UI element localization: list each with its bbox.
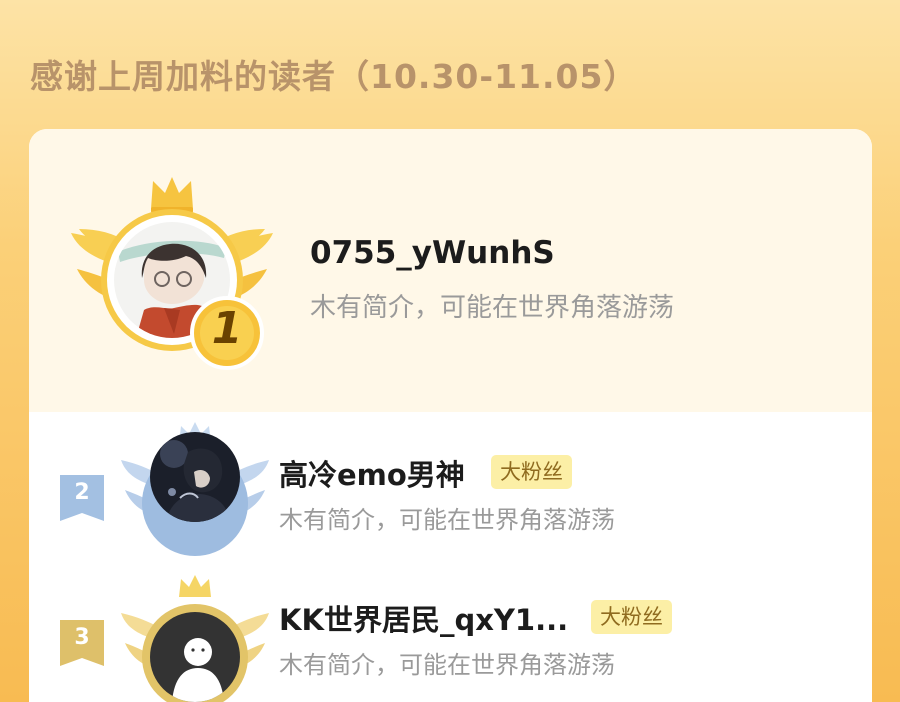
rank-number: 2 — [74, 480, 90, 505]
rank-number: 1 — [211, 303, 243, 354]
reader-row-3[interactable]: 3 KK世界居民_qxY1... 大粉丝 木有简介，可能在世界角落游荡 — [29, 557, 872, 702]
reader-avatar[interactable] — [150, 432, 240, 522]
reader-bio: 木有简介，可能在世界角落游荡 — [310, 293, 675, 323]
reader-bio: 木有简介，可能在世界角落游荡 — [279, 651, 615, 679]
fan-level-badge: 大粉丝 — [491, 455, 572, 489]
page-heading: 感谢上周加料的读者（10.30-11.05） — [30, 57, 638, 96]
reader-row-2[interactable]: 2 高冷emo男神 大粉丝 木有简介，可能在世界角落游荡 — [29, 412, 872, 557]
reader-bio: 木有简介，可能在世界角落游荡 — [279, 506, 615, 534]
rank-number: 3 — [74, 625, 90, 650]
reader-name[interactable]: KK世界居民_qxY1... — [279, 597, 568, 639]
reader-avatar[interactable] — [150, 612, 240, 702]
reader-row-1[interactable]: 1 0755_yWunhS 木有简介，可能在世界角落游荡 — [29, 129, 872, 412]
fan-level-badge: 大粉丝 — [591, 600, 672, 634]
reader-leaderboard-card: 1 0755_yWunhS 木有简介，可能在世界角落游荡 2 高冷emo男神 大… — [29, 129, 872, 702]
reader-name[interactable]: 0755_yWunhS — [310, 235, 555, 271]
reader-name[interactable]: 高冷emo男神 — [279, 452, 465, 494]
